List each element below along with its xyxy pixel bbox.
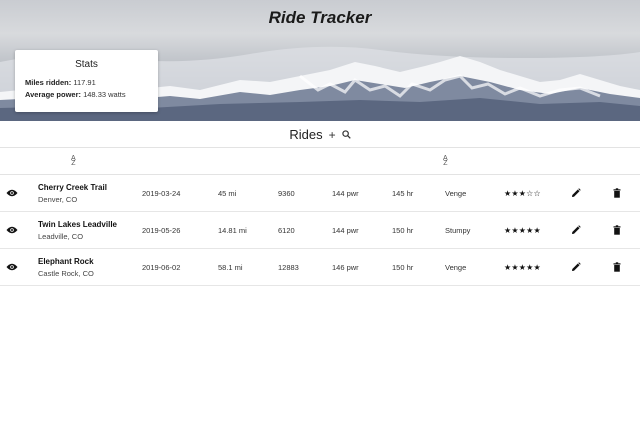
stats-card: Stats Miles ridden: 117.91 Average power… <box>15 50 158 112</box>
rides-table: Cherry Creek Trail Denver, CO 2019-03-24… <box>0 175 640 286</box>
ride-bike: Venge <box>445 262 467 272</box>
plus-icon[interactable]: + <box>329 128 336 142</box>
ride-location: Denver, CO <box>38 194 78 204</box>
rides-title: Rides <box>289 127 323 142</box>
ride-name-cell: Elephant Rock Castle Rock, CO <box>38 249 94 285</box>
pencil-icon[interactable] <box>571 212 581 248</box>
ride-elevation: 12883 <box>278 262 299 272</box>
sort-alpha-icon[interactable]: AZ <box>443 155 448 167</box>
ride-power: 144 pwr <box>332 188 359 198</box>
ride-power: 146 pwr <box>332 262 359 272</box>
miles-ridden-line: Miles ridden: 117.91 <box>25 77 148 89</box>
ride-rating: ★★★★★ <box>504 225 541 235</box>
table-row: Twin Lakes Leadville Leadville, CO 2019-… <box>0 212 640 249</box>
ride-rating: ★★★☆☆ <box>504 188 541 198</box>
rides-header: Rides + <box>0 127 640 142</box>
table-row: Elephant Rock Castle Rock, CO 2019-06-02… <box>0 249 640 286</box>
average-power-line: Average power: 148.33 watts <box>25 89 148 101</box>
ride-rating: ★★★★★ <box>504 262 541 272</box>
miles-ridden-value: 117.91 <box>73 78 96 87</box>
trash-icon[interactable] <box>613 175 621 211</box>
ride-heart-rate: 145 hr <box>392 188 414 198</box>
average-power-label: Average power: <box>25 90 81 99</box>
sort-alpha-icon[interactable]: AZ <box>71 155 76 167</box>
sort-row: AZ AZ <box>0 148 640 175</box>
ride-date: 2019-03-24 <box>142 188 181 198</box>
ride-date: 2019-06-02 <box>142 262 181 272</box>
ride-location: Castle Rock, CO <box>38 268 94 278</box>
ride-elevation: 9360 <box>278 188 295 198</box>
ride-distance: 58.1 mi <box>218 262 243 272</box>
ride-location: Leadville, CO <box>38 231 84 241</box>
ride-date: 2019-05-26 <box>142 225 181 235</box>
ride-bike: Venge <box>445 188 467 198</box>
pencil-icon[interactable] <box>571 175 581 211</box>
eye-icon[interactable] <box>6 175 18 211</box>
ride-name-cell: Twin Lakes Leadville Leadville, CO <box>38 212 117 248</box>
ride-power: 144 pwr <box>332 225 359 235</box>
average-power-value: 148.33 watts <box>83 90 126 99</box>
ride-name: Elephant Rock <box>38 256 94 266</box>
ride-name: Twin Lakes Leadville <box>38 219 117 229</box>
ride-heart-rate: 150 hr <box>392 262 414 272</box>
ride-bike: Stumpy <box>445 225 471 235</box>
ride-distance: 45 mi <box>218 188 237 198</box>
ride-name-cell: Cherry Creek Trail Denver, CO <box>38 175 107 211</box>
ride-name: Cherry Creek Trail <box>38 182 107 192</box>
ride-heart-rate: 150 hr <box>392 225 414 235</box>
app-title: Ride Tracker <box>268 8 372 27</box>
eye-icon[interactable] <box>6 212 18 248</box>
eye-icon[interactable] <box>6 249 18 285</box>
stats-title: Stats <box>75 59 98 70</box>
ride-elevation: 6120 <box>278 225 295 235</box>
table-row: Cherry Creek Trail Denver, CO 2019-03-24… <box>0 175 640 212</box>
pencil-icon[interactable] <box>571 249 581 285</box>
trash-icon[interactable] <box>613 212 621 248</box>
trash-icon[interactable] <box>613 249 621 285</box>
ride-distance: 14.81 mi <box>218 225 247 235</box>
header-banner: Ride Tracker Stats Miles ridden: 117.91 … <box>0 0 640 121</box>
miles-ridden-label: Miles ridden: <box>25 78 72 87</box>
search-icon[interactable] <box>341 128 351 142</box>
